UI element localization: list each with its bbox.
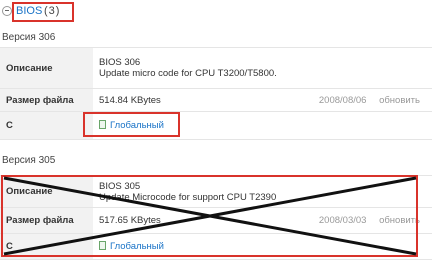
cross-out-mark	[3, 176, 417, 256]
